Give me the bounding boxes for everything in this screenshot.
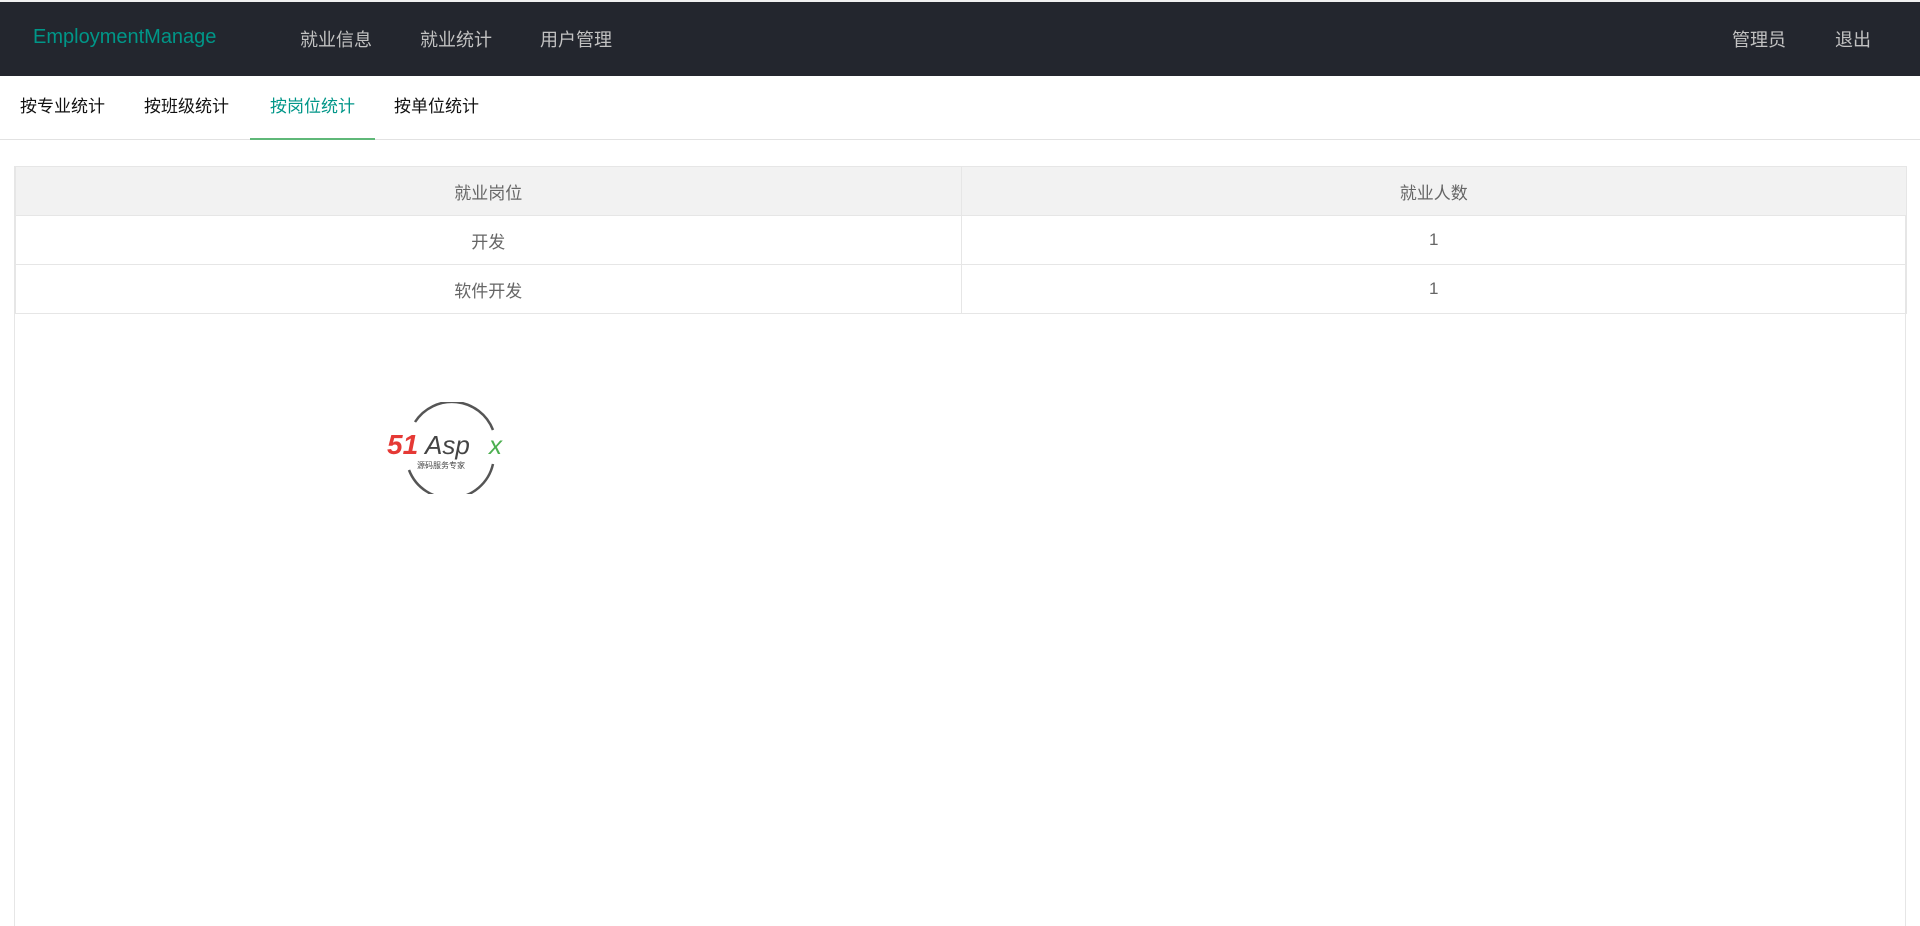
app-logo[interactable]: EmploymentManage (33, 26, 216, 49)
tab-by-class[interactable]: 按班级统计 (124, 76, 249, 140)
table-row: 开发 1 (15, 215, 1907, 265)
svg-text:Asp: Asp (423, 430, 470, 460)
position-cell: 软件开发 (15, 264, 962, 314)
svg-text:源码服务专家: 源码服务专家 (417, 460, 465, 470)
logout-link[interactable]: 退出 (1835, 26, 1871, 52)
column-header-count: 就业人数 (960, 166, 1907, 216)
stats-panel: 就业岗位 就业人数 开发 1 软件开发 1 (14, 166, 1907, 926)
stats-table: 就业岗位 就业人数 开发 1 软件开发 1 (15, 166, 1907, 314)
svg-text:x: x (487, 430, 503, 460)
column-header-position: 就业岗位 (15, 166, 962, 216)
table-row: 软件开发 1 (15, 264, 1907, 314)
svg-text:51: 51 (387, 429, 418, 460)
nav-employment-info[interactable]: 就业信息 (300, 26, 372, 52)
count-cell: 1 (960, 215, 1907, 265)
tab-by-company[interactable]: 按单位统计 (374, 76, 499, 140)
nav-employment-stats[interactable]: 就业统计 (420, 26, 492, 52)
count-cell: 1 (960, 264, 1907, 314)
top-header: EmploymentManage 就业信息 就业统计 用户管理 管理员 退出 (0, 0, 1920, 76)
nav-user-management[interactable]: 用户管理 (540, 26, 612, 52)
tab-by-position[interactable]: 按岗位统计 (250, 76, 375, 140)
position-cell: 开发 (15, 215, 962, 265)
stats-tabs: 按专业统计 按班级统计 按岗位统计 按单位统计 (0, 76, 1920, 140)
watermark-logo: 51 Asp x 源码服务专家 (387, 402, 503, 494)
user-menu[interactable]: 管理员 (1732, 26, 1786, 52)
tab-by-major[interactable]: 按专业统计 (0, 76, 125, 140)
